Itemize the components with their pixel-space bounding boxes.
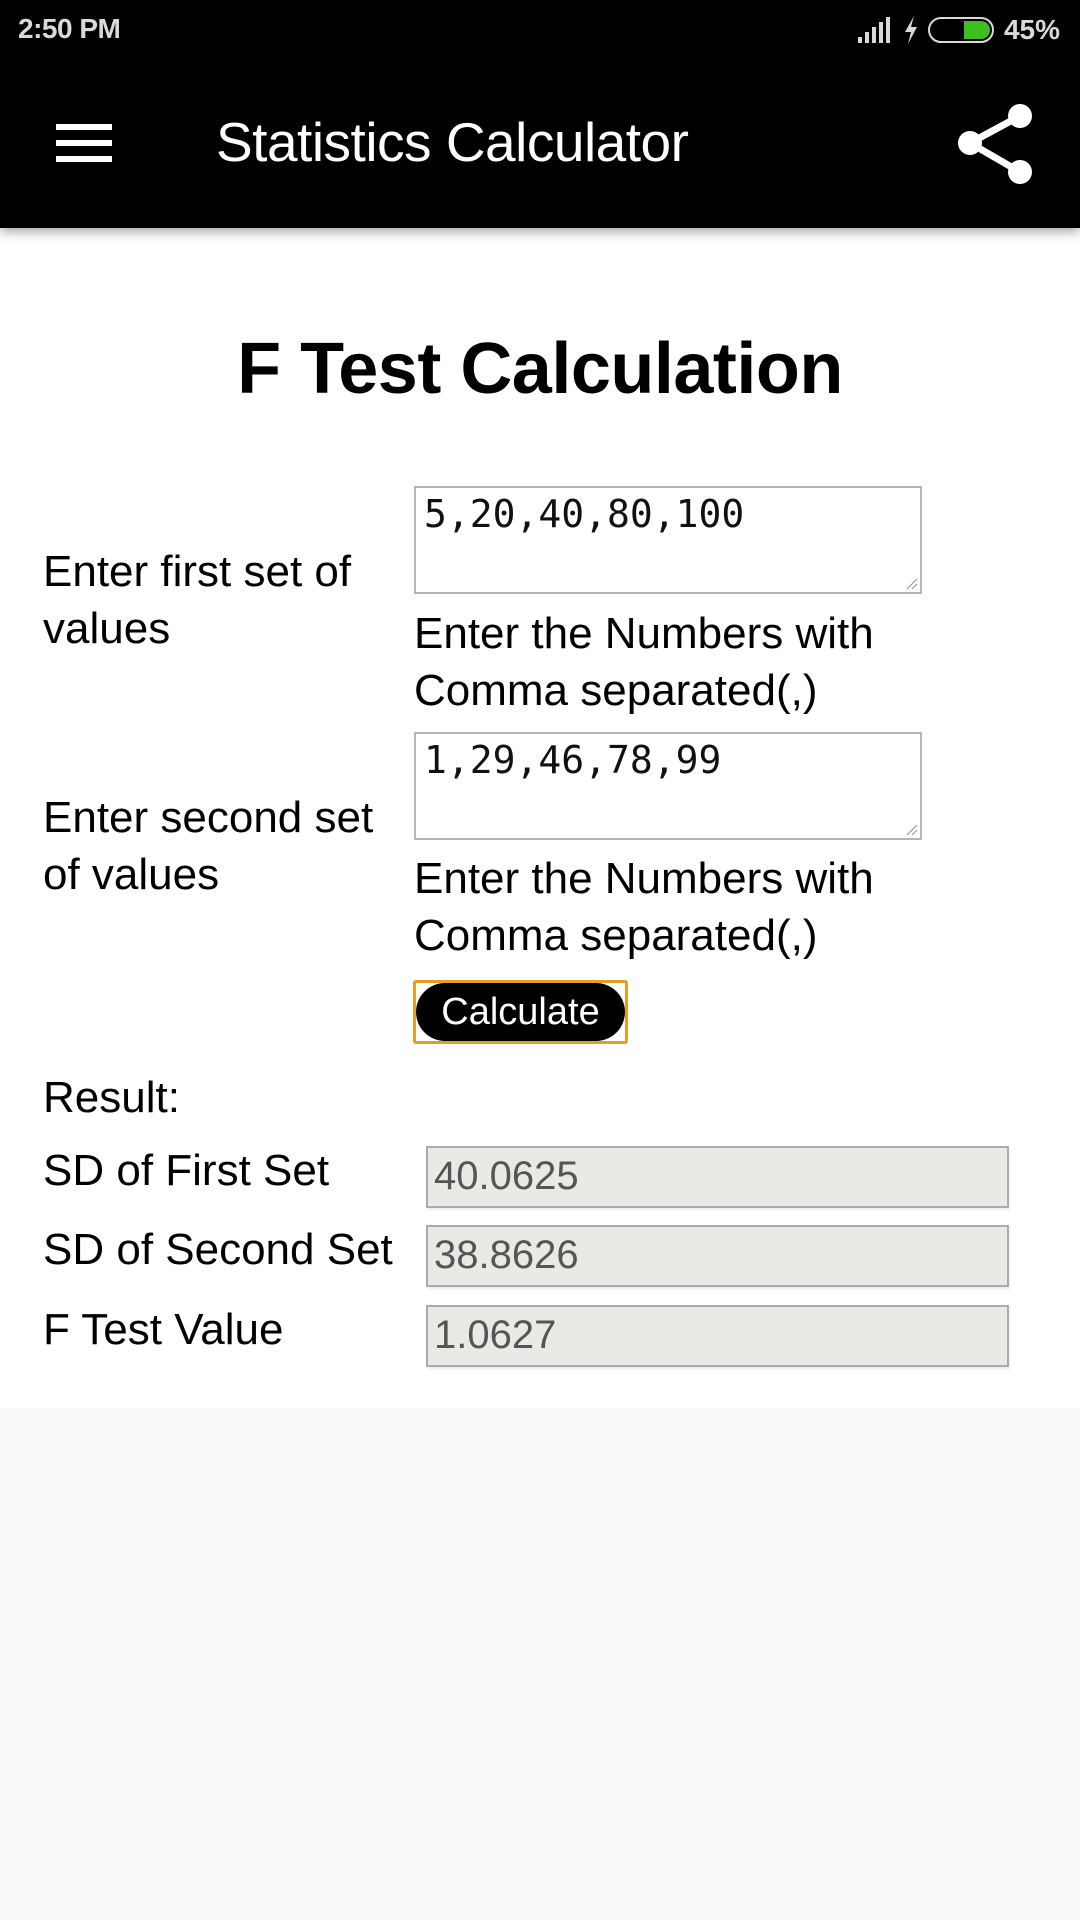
charging-bolt-icon: [904, 16, 917, 44]
second-set-hint: Enter the Numbers with Comma separated(,…: [414, 854, 874, 960]
second-set-input[interactable]: [414, 732, 922, 840]
menu-button[interactable]: [40, 104, 128, 184]
sd-first-set-label: SD of First Set: [43, 1146, 330, 1195]
content-area: F Test Calculation Enter first set of va…: [0, 228, 1080, 1408]
result-heading: Result:: [43, 1073, 180, 1122]
status-time: 2:50 PM: [18, 13, 121, 44]
sd-first-set-output[interactable]: 40.0625: [426, 1146, 1009, 1208]
battery-icon: [927, 17, 994, 43]
status-bar: 2:50 PM 45%: [0, 0, 1080, 60]
first-set-label: Enter first set of values: [43, 547, 352, 653]
status-icons: 45%: [857, 14, 1060, 46]
first-set-hint: Enter the Numbers with Comma separated(,…: [414, 609, 874, 715]
signal-icon: [857, 17, 890, 43]
share-button[interactable]: [946, 96, 1046, 196]
f-test-value-output[interactable]: 1.0627: [426, 1305, 1009, 1367]
battery-percent: 45%: [1003, 14, 1060, 45]
page-title: F Test Calculation: [237, 329, 843, 409]
second-set-label: Enter second set of values: [43, 793, 374, 899]
first-set-input[interactable]: [414, 486, 922, 594]
share-icon: [958, 104, 1032, 184]
battery-level-fill: [963, 21, 990, 39]
sd-second-set-label: SD of Second Set: [43, 1225, 393, 1274]
calculate-button[interactable]: Calculate: [416, 983, 625, 1041]
calculate-focus-outline: Calculate: [413, 980, 628, 1044]
sd-second-set-output[interactable]: 38.8626: [426, 1225, 1009, 1287]
app-title: Statistics Calculator: [216, 111, 689, 173]
f-test-value-label: F Test Value: [43, 1305, 284, 1354]
app-bar: Statistics Calculator: [0, 60, 1080, 228]
